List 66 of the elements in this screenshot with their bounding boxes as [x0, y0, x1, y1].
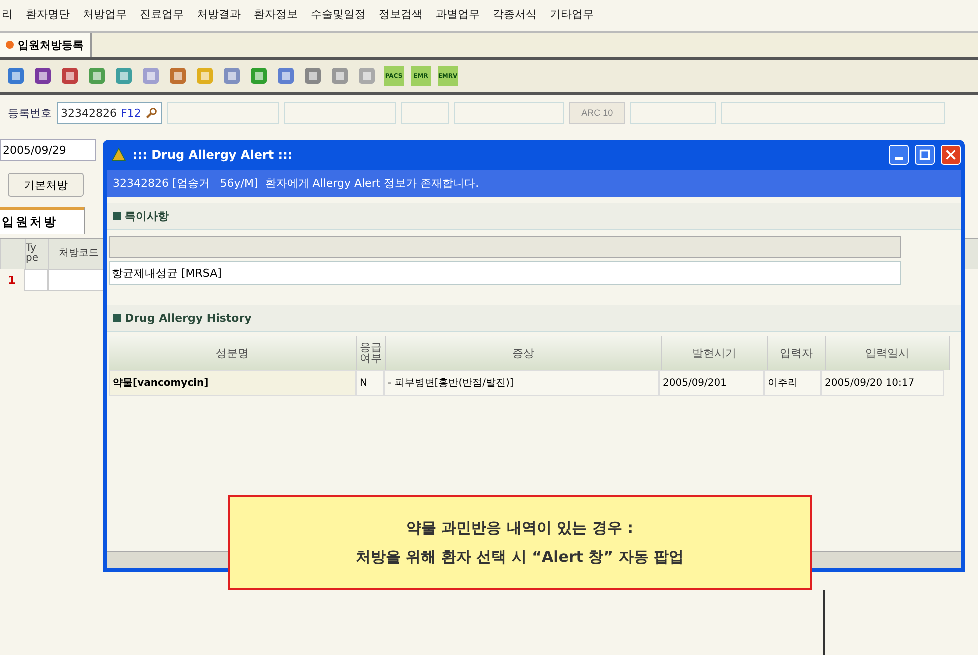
minimize-icon [895, 157, 903, 160]
empty-field[interactable] [401, 102, 450, 124]
square-icon [113, 314, 121, 322]
column-header: 입력자 [768, 336, 826, 370]
toolbar-icon[interactable] [303, 66, 323, 86]
table-cell: 2005/09/20 10:17 [821, 370, 944, 396]
menu-item[interactable]: 리 [2, 6, 13, 22]
row-number: 1 [7, 272, 17, 288]
toolbar-icon[interactable] [114, 66, 134, 86]
square-icon [113, 212, 121, 220]
table-cell [24, 269, 48, 291]
menu-item[interactable]: 기타업무 [550, 6, 594, 22]
shortcut-label: F12 [121, 106, 142, 120]
toolbar-icon[interactable] [60, 66, 80, 86]
close-button[interactable] [941, 145, 961, 165]
section-title: Drug Allergy History [125, 312, 252, 324]
menu-item[interactable]: 수술및일정 [311, 6, 366, 22]
table-cell: N [356, 370, 384, 396]
tab-dot-icon [6, 41, 14, 49]
toolbar-icon[interactable] [33, 66, 53, 86]
alert-banner: 32342826 [엄송거 56y/M] 환자에게 Allergy Alert 정보가 존재합니다. [107, 170, 961, 197]
section-title: 특이사항 [125, 208, 169, 224]
column-header: 성분명 [109, 336, 357, 370]
order-tab[interactable]: 입원처방 [0, 207, 85, 234]
table-cell: 이주리 [764, 370, 821, 396]
toolbar-icon[interactable] [168, 66, 188, 86]
menu-item[interactable]: 환자정보 [254, 6, 298, 22]
callout-text: 약물 과민반응 내역이 있는 경우 : [406, 518, 634, 538]
registration-field[interactable]: 32342826 F12 [57, 102, 162, 124]
toolbar-icon[interactable] [249, 66, 269, 86]
toolbar-icon[interactable] [6, 66, 26, 86]
column-header: 입력일시 [826, 336, 950, 370]
column-header: 발현시기 [662, 336, 768, 370]
empty-field[interactable] [630, 102, 716, 124]
empty-field[interactable] [284, 102, 396, 124]
menu-item[interactable]: 정보검색 [379, 6, 423, 22]
warning-icon [111, 147, 127, 163]
minimize-button[interactable] [889, 145, 909, 165]
basic-order-button[interactable]: 기본처방 [8, 173, 84, 197]
empty-field[interactable] [721, 102, 946, 124]
menu-item[interactable]: 각종서식 [493, 6, 537, 22]
toolbar-icon[interactable] [276, 66, 296, 86]
maximize-button[interactable] [915, 145, 935, 165]
menu-item[interactable]: 처방결과 [197, 6, 241, 22]
toolbar-icon[interactable] [87, 66, 107, 86]
callout-text: 처방을 위해 환자 선택 시 “Alert 창” 자동 팝업 [356, 548, 684, 566]
table-cell: 약물[vancomycin] [109, 370, 356, 396]
close-icon [945, 149, 957, 161]
notes-field[interactable]: 항균제내성균 [MRSA] [109, 261, 901, 285]
empty-field[interactable] [167, 102, 280, 124]
toolbar-icon[interactable] [222, 66, 242, 86]
table-cell: - 피부병변[홍반(반점/발진)] [384, 370, 659, 396]
menu-item[interactable]: 처방업무 [83, 6, 127, 22]
menu-item[interactable]: 과별업무 [436, 6, 480, 22]
column-header: 증상 [386, 336, 662, 370]
menu-item[interactable]: 진료업무 [140, 6, 184, 22]
registration-label: 등록번호 [8, 106, 52, 120]
date-select[interactable]: 2005/09/29 [0, 139, 96, 161]
table-cell: 2005/09/201 [659, 370, 764, 396]
dialog-title: ::: Drug Allergy Alert ::: [133, 148, 294, 162]
empty-field[interactable] [454, 102, 564, 124]
column-header: 응급 여부 [357, 336, 386, 370]
document-tab[interactable]: 입원처방등록 [0, 33, 92, 57]
maximize-icon [919, 149, 931, 161]
menu-item[interactable]: 환자명단 [26, 6, 70, 22]
search-icon[interactable] [145, 106, 160, 120]
